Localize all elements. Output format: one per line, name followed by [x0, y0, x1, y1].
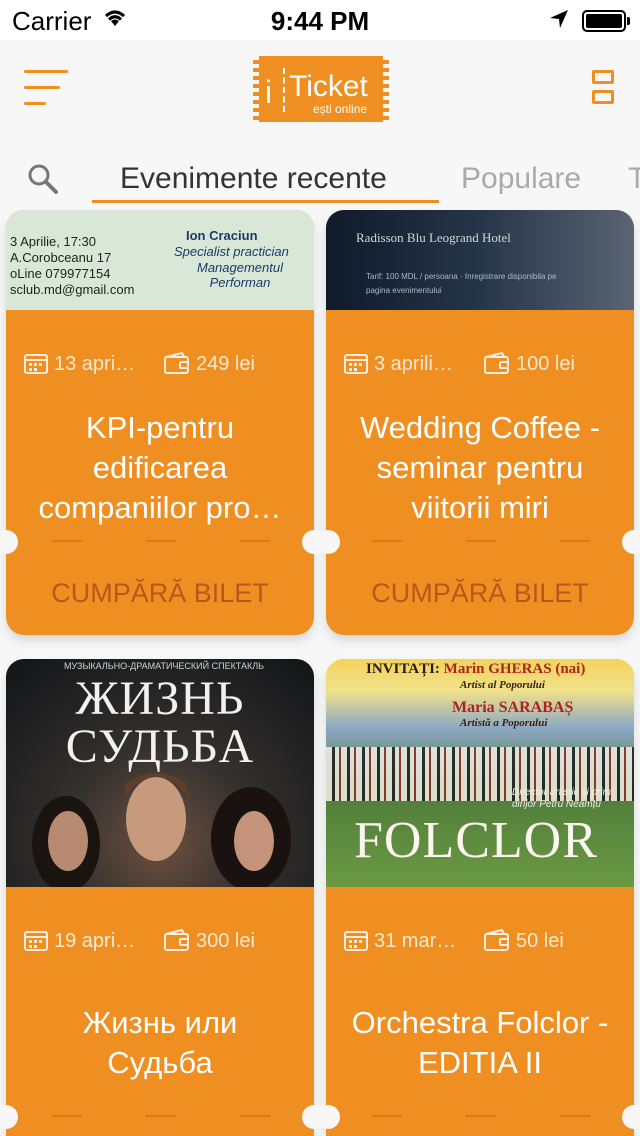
- event-title: Orchestra Folclor - EDITIA II: [351, 1005, 609, 1080]
- event-date: 13 apri…: [24, 352, 135, 376]
- calendar-icon: [344, 931, 368, 951]
- clock: 9:44 PM: [270, 6, 370, 36]
- tab-partial[interactable]: T: [628, 162, 640, 196]
- event-image: МУЗЫКАЛЬНО-ДРАМАТИЧЕСКИЙ СПЕКТАКЛЬ ЖИЗНЬ…: [6, 659, 314, 887]
- category-tabs: Evenimente recente Populare T: [0, 150, 640, 210]
- calendar-icon: [24, 354, 48, 374]
- menu-icon[interactable]: [24, 68, 70, 108]
- ticket-perforation: [326, 1115, 634, 1117]
- ticket-hole: [316, 530, 340, 554]
- event-price: 50 lei: [484, 929, 564, 953]
- location-arrow-icon: [550, 10, 568, 28]
- wallet-icon: [484, 352, 509, 374]
- event-price: 249 lei: [164, 352, 255, 376]
- buy-ticket-button[interactable]: CUMPĂRĂ BILET: [326, 578, 634, 609]
- event-date: 31 mar…: [344, 929, 456, 953]
- event-card[interactable]: 3 Aprilie, 17:30 A.Corobceanu 17 oLine 0…: [6, 210, 314, 635]
- wallet-icon: [164, 352, 189, 374]
- logo: i Ticket ești online: [253, 56, 389, 122]
- ticket-perforation: [326, 540, 634, 542]
- ticket-perforation: [6, 540, 314, 542]
- event-date: 3 aprili…: [344, 352, 453, 376]
- logo-tagline: ești online: [313, 102, 368, 116]
- event-title: Wedding Coffee - seminar pentru viitorii…: [359, 410, 601, 525]
- event-image: Radisson Blu Leogrand Hotel Tarif: 100 M…: [326, 210, 634, 310]
- calendar-icon: [344, 354, 368, 374]
- poster-faces: [32, 773, 291, 887]
- tab-recent[interactable]: Evenimente recente: [120, 162, 387, 196]
- event-price: 100 lei: [484, 352, 575, 376]
- tab-popular[interactable]: Populare: [461, 162, 581, 196]
- event-card[interactable]: МУЗЫКАЛЬНО-ДРАМАТИЧЕСКИЙ СПЕКТАКЛЬ ЖИЗНЬ…: [6, 659, 314, 1136]
- calendar-icon: [24, 931, 48, 951]
- wallet-icon: [164, 929, 189, 951]
- wallet-icon: [484, 929, 509, 951]
- event-image: 3 Aprilie, 17:30 A.Corobceanu 17 oLine 0…: [6, 210, 314, 310]
- event-title: KPI-pentru edificarea companiilor pro…: [38, 410, 282, 525]
- status-bar: Carrier 9:44 PM: [0, 0, 640, 40]
- buy-ticket-button[interactable]: CUMPĂRĂ BILET: [6, 578, 314, 609]
- logo-letter: i: [265, 74, 273, 110]
- search-icon[interactable]: [26, 162, 60, 196]
- event-title: Жизнь или Судьба: [82, 1005, 238, 1080]
- event-card[interactable]: Radisson Blu Leogrand Hotel Tarif: 100 M…: [326, 210, 634, 635]
- event-price: 300 lei: [164, 929, 255, 953]
- active-tab-indicator: [92, 200, 439, 203]
- event-image: INVITAȚI: Marin GHERAS (nai) Artist al P…: [326, 659, 634, 887]
- ticket-perforation: [6, 1115, 314, 1117]
- battery-icon: [582, 10, 630, 32]
- ticket-hole: [316, 1105, 340, 1129]
- event-date: 19 apri…: [24, 929, 135, 953]
- ticket-hole: [622, 1105, 640, 1129]
- logo-word: Ticket: [289, 70, 368, 103]
- ticket-hole: [622, 530, 640, 554]
- layout-toggle-icon[interactable]: [592, 70, 614, 104]
- event-card[interactable]: INVITAȚI: Marin GHERAS (nai) Artist al P…: [326, 659, 634, 1136]
- app-header: i Ticket ești online: [0, 40, 640, 150]
